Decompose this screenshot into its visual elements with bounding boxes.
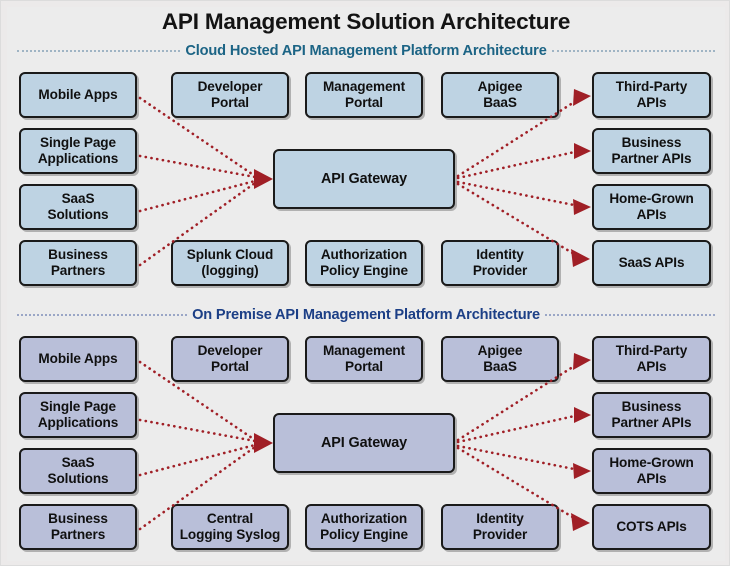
node-cloud-api-gateway[interactable]: API Gateway — [273, 149, 455, 209]
node-label: Business Partner APIs — [611, 398, 692, 431]
node-onprem-backend-cots-apis[interactable]: COTS APIs — [592, 504, 711, 550]
node-label: Apigee BaaS — [477, 342, 523, 375]
node-label: API Gateway — [320, 434, 408, 451]
node-cloud-consumer-saas-solutions[interactable]: SaaS Solutions — [19, 184, 137, 230]
node-cloud-backend-saas-apis[interactable]: SaaS APIs — [592, 240, 711, 286]
node-onprem-management-portal[interactable]: Management Portal — [305, 336, 423, 382]
node-label: Central Logging Syslog — [179, 510, 281, 543]
node-cloud-splunk-cloud-logging[interactable]: Splunk Cloud (logging) — [171, 240, 289, 286]
node-onprem-api-gateway[interactable]: API Gateway — [273, 413, 455, 473]
page-title: API Management Solution Architecture — [161, 9, 571, 34]
node-onprem-consumer-single-page-applications[interactable]: Single Page Applications — [19, 392, 137, 438]
node-onprem-authorization-policy-engine[interactable]: Authorization Policy Engine — [305, 504, 423, 550]
node-onprem-consumer-mobile-apps[interactable]: Mobile Apps — [19, 336, 137, 382]
header-rule-right — [551, 50, 716, 52]
node-cloud-management-portal[interactable]: Management Portal — [305, 72, 423, 118]
node-label: Management Portal — [322, 78, 406, 111]
node-label: Developer Portal — [197, 78, 263, 111]
section-header-onprem: On Premise API Management Platform Archi… — [17, 305, 716, 325]
node-label: API Gateway — [320, 170, 408, 187]
node-onprem-identity-provider[interactable]: Identity Provider — [441, 504, 559, 550]
node-cloud-consumer-business-partners[interactable]: Business Partners — [19, 240, 137, 286]
section-header-cloud-label: Cloud Hosted API Management Platform Arc… — [185, 43, 547, 59]
node-label: Splunk Cloud (logging) — [186, 246, 274, 279]
node-label: Third-Party APIs — [615, 78, 688, 111]
node-cloud-authorization-policy-engine[interactable]: Authorization Policy Engine — [305, 240, 423, 286]
node-label: Home-Grown APIs — [609, 190, 694, 223]
node-label: Business Partner APIs — [611, 134, 692, 167]
node-label: Mobile Apps — [38, 86, 118, 102]
node-cloud-backend-third-party-apis[interactable]: Third-Party APIs — [592, 72, 711, 118]
section-header-cloud: Cloud Hosted API Management Platform Arc… — [17, 41, 716, 61]
node-label: Developer Portal — [197, 342, 263, 375]
node-onprem-backend-home-grown-apis[interactable]: Home-Grown APIs — [592, 448, 711, 494]
node-label: SaaS Solutions — [47, 454, 109, 487]
node-label: Business Partners — [48, 246, 108, 279]
node-label: Identity Provider — [472, 510, 528, 543]
node-onprem-central-logging-syslog[interactable]: Central Logging Syslog — [171, 504, 289, 550]
node-onprem-backend-business-partner-apis[interactable]: Business Partner APIs — [592, 392, 711, 438]
node-cloud-consumer-mobile-apps[interactable]: Mobile Apps — [19, 72, 137, 118]
node-label: SaaS APIs — [618, 254, 685, 270]
node-label: Single Page Applications — [37, 398, 119, 431]
node-label: Business Partners — [48, 510, 108, 543]
node-cloud-backend-business-partner-apis[interactable]: Business Partner APIs — [592, 128, 711, 174]
node-label: Identity Provider — [472, 246, 528, 279]
header-rule-left — [17, 314, 188, 316]
node-onprem-developer-portal[interactable]: Developer Portal — [171, 336, 289, 382]
node-cloud-consumer-single-page-applications[interactable]: Single Page Applications — [19, 128, 137, 174]
node-label: Single Page Applications — [37, 134, 119, 167]
node-label: Mobile Apps — [38, 350, 118, 366]
node-label: Management Portal — [322, 342, 406, 375]
header-rule-right — [544, 314, 716, 316]
diagram-canvas: API Management Solution Architecture Clo… — [0, 0, 730, 566]
header-rule-left — [17, 50, 181, 52]
node-onprem-consumer-saas-solutions[interactable]: SaaS Solutions — [19, 448, 137, 494]
node-cloud-apigee-baas[interactable]: Apigee BaaS — [441, 72, 559, 118]
node-onprem-backend-third-party-apis[interactable]: Third-Party APIs — [592, 336, 711, 382]
node-label: Third-Party APIs — [615, 342, 688, 375]
node-onprem-apigee-baas[interactable]: Apigee BaaS — [441, 336, 559, 382]
node-label: SaaS Solutions — [47, 190, 109, 223]
node-cloud-backend-home-grown-apis[interactable]: Home-Grown APIs — [592, 184, 711, 230]
node-label: Apigee BaaS — [477, 78, 523, 111]
node-cloud-developer-portal[interactable]: Developer Portal — [171, 72, 289, 118]
node-onprem-consumer-business-partners[interactable]: Business Partners — [19, 504, 137, 550]
node-cloud-identity-provider[interactable]: Identity Provider — [441, 240, 559, 286]
node-label: Home-Grown APIs — [609, 454, 694, 487]
node-label: Authorization Policy Engine — [320, 246, 408, 279]
section-header-onprem-label: On Premise API Management Platform Archi… — [192, 307, 540, 323]
node-label: COTS APIs — [616, 518, 687, 534]
node-label: Authorization Policy Engine — [320, 510, 408, 543]
